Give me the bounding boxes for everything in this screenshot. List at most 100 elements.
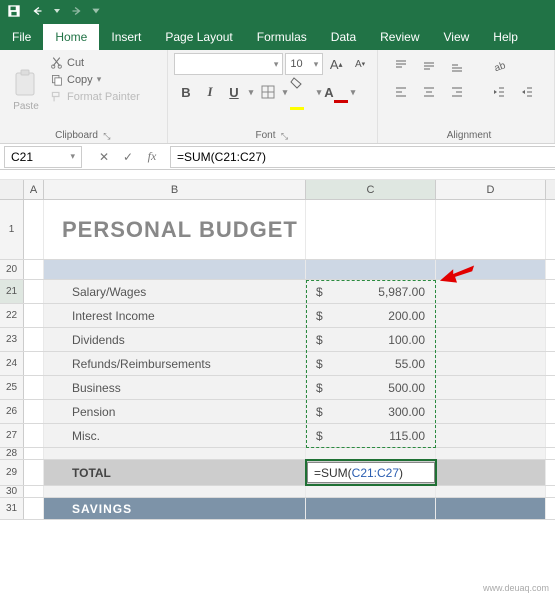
fx-icon[interactable]: fx xyxy=(142,147,162,167)
cell-c29-formula[interactable]: =SUM(C21:C27) xyxy=(307,462,435,483)
copy-button[interactable]: Copy ▾ xyxy=(48,72,142,87)
cell-c24[interactable]: $55.00 xyxy=(306,352,436,375)
tab-data[interactable]: Data xyxy=(319,24,368,50)
cell-a29[interactable] xyxy=(24,460,44,485)
row-header-25[interactable]: 25 xyxy=(0,376,24,399)
col-header-b[interactable]: B xyxy=(44,180,306,199)
align-top-icon[interactable] xyxy=(390,55,412,77)
cell-c23[interactable]: $100.00 xyxy=(306,328,436,351)
cell-a1[interactable] xyxy=(24,200,44,259)
font-color-dropdown-icon[interactable]: ▾ xyxy=(348,80,358,104)
cell-c-savings[interactable] xyxy=(306,498,436,519)
underline-dropdown-icon[interactable]: ▾ xyxy=(246,80,256,104)
increase-indent-icon[interactable] xyxy=(516,81,538,103)
cell-d28[interactable] xyxy=(436,448,546,459)
cell-c22[interactable]: $200.00 xyxy=(306,304,436,327)
cell-d27[interactable] xyxy=(436,424,546,447)
cell-d30[interactable] xyxy=(436,486,546,497)
decrease-indent-icon[interactable] xyxy=(488,81,510,103)
name-box-dropdown-icon[interactable]: ▾ xyxy=(70,151,75,162)
align-center-icon[interactable] xyxy=(418,81,440,103)
cell-a24[interactable] xyxy=(24,352,44,375)
row-header-28[interactable]: 28 xyxy=(0,448,24,459)
cell-a-savings[interactable] xyxy=(24,498,44,519)
cell-a22[interactable] xyxy=(24,304,44,327)
row-header-29[interactable]: 29 xyxy=(0,460,24,485)
tab-page-layout[interactable]: Page Layout xyxy=(153,24,244,50)
row-header-1[interactable]: 1 xyxy=(0,200,24,259)
cell-d25[interactable] xyxy=(436,376,546,399)
fill-color-button[interactable] xyxy=(290,80,314,104)
underline-button[interactable]: U xyxy=(222,80,246,104)
paste-button[interactable]: Paste xyxy=(6,53,46,128)
select-all-triangle[interactable] xyxy=(0,180,24,199)
undo-dropdown-icon[interactable] xyxy=(52,1,62,21)
cell-b26[interactable]: Pension xyxy=(44,400,306,423)
row-header-20[interactable]: 20 xyxy=(0,260,24,279)
cell-b30[interactable] xyxy=(44,486,306,497)
cell-b28[interactable] xyxy=(44,448,306,459)
font-size-select[interactable]: 10▾ xyxy=(285,53,323,75)
save-icon[interactable] xyxy=(4,1,24,21)
cell-a21[interactable] xyxy=(24,280,44,303)
cell-c1[interactable] xyxy=(306,200,436,259)
align-left-icon[interactable] xyxy=(390,81,412,103)
row-header-24[interactable]: 24 xyxy=(0,352,24,375)
cell-a30[interactable] xyxy=(24,486,44,497)
font-color-button[interactable]: A xyxy=(324,80,348,104)
cell-b27[interactable]: Misc. xyxy=(44,424,306,447)
cell-b24[interactable]: Refunds/Reimbursements xyxy=(44,352,306,375)
tab-file[interactable]: File xyxy=(0,24,43,50)
cell-b21[interactable]: Salary/Wages xyxy=(44,280,306,303)
cell-c25[interactable]: $500.00 xyxy=(306,376,436,399)
cell-d24[interactable] xyxy=(436,352,546,375)
decrease-font-icon[interactable]: A▾ xyxy=(349,53,371,75)
cell-c27[interactable]: $115.00 xyxy=(306,424,436,447)
col-header-d[interactable]: D xyxy=(436,180,546,199)
tab-formulas[interactable]: Formulas xyxy=(245,24,319,50)
increase-font-icon[interactable]: A▴ xyxy=(325,53,347,75)
cell-a27[interactable] xyxy=(24,424,44,447)
cell-d-savings[interactable] xyxy=(436,498,546,519)
tab-help[interactable]: Help xyxy=(481,24,530,50)
row-header-30[interactable]: 30 xyxy=(0,486,24,497)
cell-a28[interactable] xyxy=(24,448,44,459)
row-header-23[interactable]: 23 xyxy=(0,328,24,351)
undo-icon[interactable] xyxy=(28,1,48,21)
row-header-26[interactable]: 26 xyxy=(0,400,24,423)
fill-dropdown-icon[interactable]: ▾ xyxy=(314,80,324,104)
clipboard-dialog-launcher-icon[interactable]: ⤡ xyxy=(102,131,112,141)
font-dialog-launcher-icon[interactable]: ⤡ xyxy=(280,131,290,141)
cell-b1[interactable]: PERSONAL BUDGET xyxy=(44,200,306,259)
cell-d23[interactable] xyxy=(436,328,546,351)
cell-a26[interactable] xyxy=(24,400,44,423)
cell-b25[interactable]: Business xyxy=(44,376,306,399)
formula-input[interactable]: =SUM(C21:C27) xyxy=(170,146,555,168)
row-header-31[interactable]: 31 xyxy=(0,498,24,519)
align-bottom-icon[interactable] xyxy=(446,55,468,77)
cell-b23[interactable]: Dividends xyxy=(44,328,306,351)
orientation-button[interactable]: ab xyxy=(488,55,510,77)
col-header-c[interactable]: C xyxy=(306,180,436,199)
redo-icon[interactable] xyxy=(66,1,86,21)
formula-cancel-icon[interactable]: ✕ xyxy=(94,147,114,167)
row-header-21[interactable]: 21 xyxy=(0,280,24,303)
row-header-22[interactable]: 22 xyxy=(0,304,24,327)
tab-home[interactable]: Home xyxy=(43,24,99,50)
cell-a20[interactable] xyxy=(24,260,44,279)
borders-dropdown-icon[interactable]: ▾ xyxy=(280,80,290,104)
tab-insert[interactable]: Insert xyxy=(99,24,153,50)
cell-d1[interactable] xyxy=(436,200,546,259)
bold-button[interactable]: B xyxy=(174,80,198,104)
cell-c21[interactable]: $5,987.00 xyxy=(306,280,436,303)
cell-d29[interactable] xyxy=(436,460,546,485)
cell-b20[interactable] xyxy=(44,260,306,279)
cell-c26[interactable]: $300.00 xyxy=(306,400,436,423)
format-painter-button[interactable]: Format Painter xyxy=(48,89,142,104)
cell-a25[interactable] xyxy=(24,376,44,399)
font-name-select[interactable]: ▾ xyxy=(174,53,283,75)
italic-button[interactable]: I xyxy=(198,80,222,104)
borders-button[interactable] xyxy=(256,80,280,104)
cell-b22[interactable]: Interest Income xyxy=(44,304,306,327)
cell-d26[interactable] xyxy=(436,400,546,423)
